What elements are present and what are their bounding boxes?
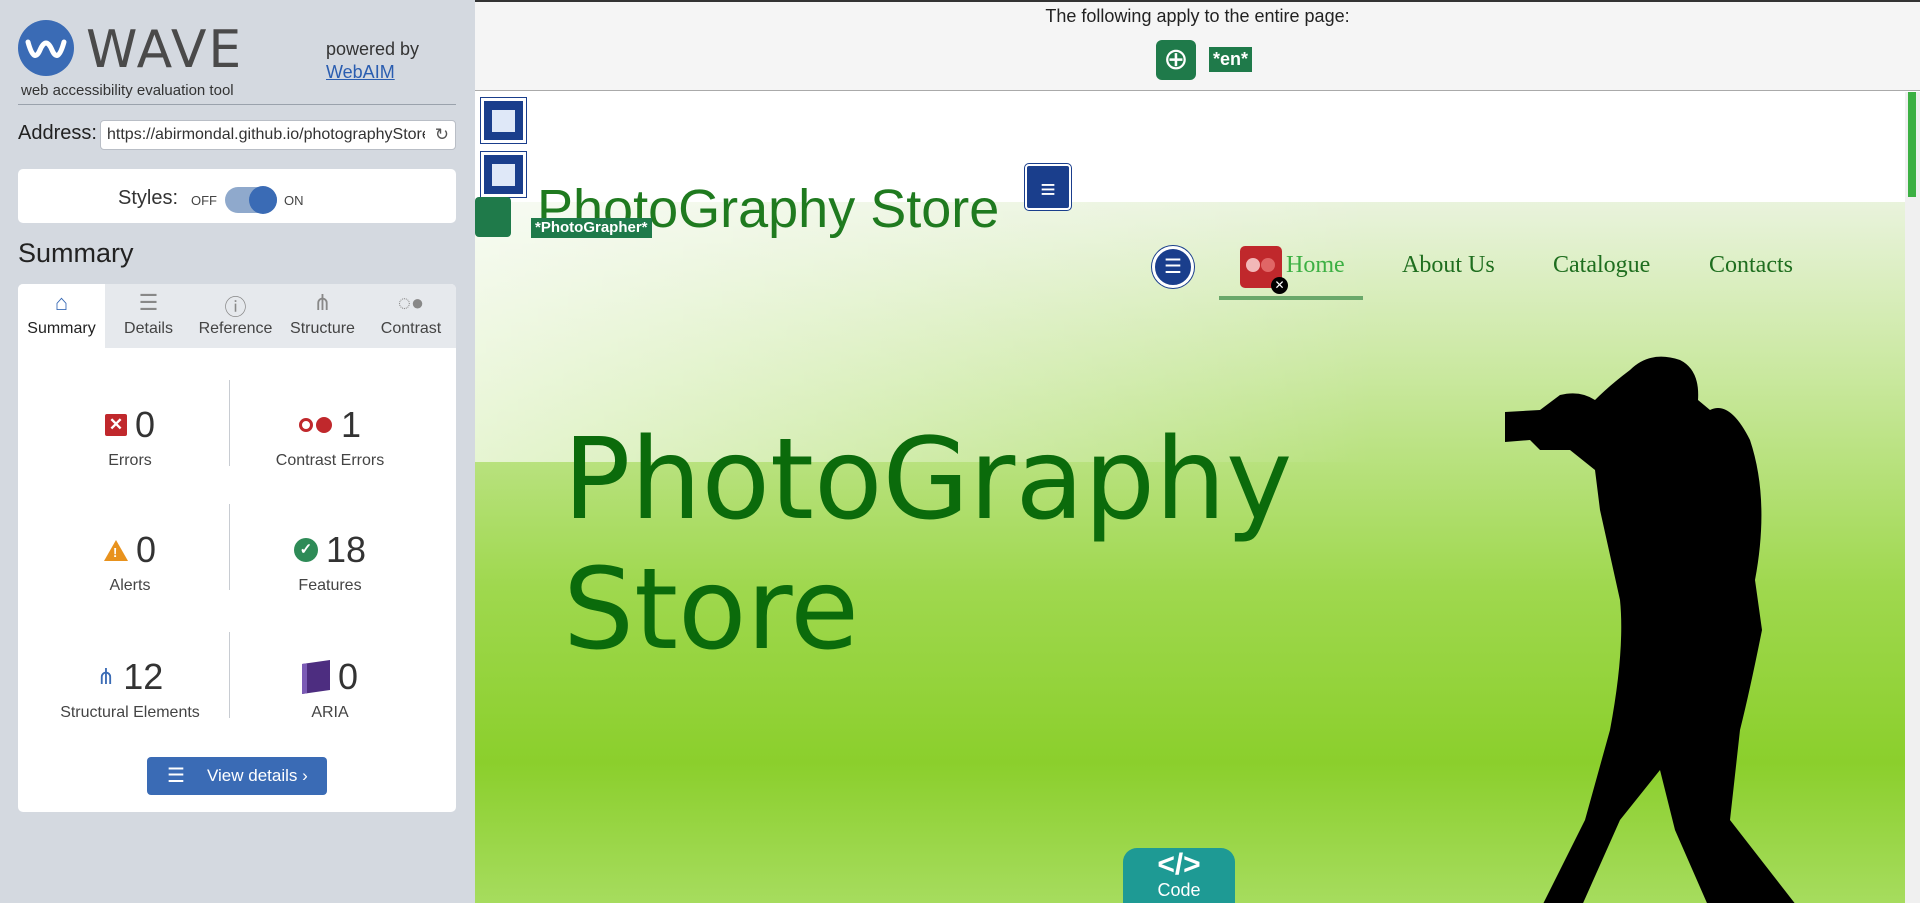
address-label: Address:	[18, 122, 97, 144]
tab-contrast[interactable]: ◌● Contrast	[366, 284, 456, 348]
scrollbar[interactable]	[1905, 92, 1920, 903]
tab-label: Details	[124, 320, 173, 337]
home-icon: ⌂	[54, 290, 69, 315]
contrast-error-icon	[298, 417, 333, 433]
summary-heading: Summary	[18, 238, 134, 268]
structural-count: 12	[123, 656, 164, 697]
website-content: PhotoGraphy Store *PhotoGrapher* Home Ab…	[475, 92, 1920, 903]
stat-aria[interactable]: 0 ARIA	[230, 656, 430, 722]
photographer-silhouette-image	[1505, 356, 1795, 903]
evaluated-page-area: The following apply to the entire page: …	[475, 0, 1920, 903]
stat-alerts[interactable]: ! 0 Alerts	[30, 529, 230, 595]
entire-page-bar: The following apply to the entire page: …	[475, 0, 1920, 91]
structure-icon: ⋔	[96, 664, 116, 689]
stat-contrast-errors[interactable]: 1 Contrast Errors	[230, 404, 430, 470]
wave-tagline: web accessibility evaluation tool	[21, 82, 234, 99]
styles-toggle[interactable]	[225, 186, 277, 214]
nav-contacts[interactable]: Contacts	[1709, 252, 1793, 279]
tab-label: Reference	[198, 320, 273, 337]
wave-logo-text: WAVE	[86, 20, 244, 80]
aria-label: ARIA	[311, 704, 349, 721]
powered-by-text: powered by	[326, 39, 420, 59]
hero-line-2: Store	[563, 545, 860, 675]
reload-icon[interactable]: ↻	[435, 125, 449, 145]
header-region-icon[interactable]	[481, 98, 526, 143]
code-icon: </>	[1157, 848, 1201, 881]
styles-toggle-card: Styles: OFF ON	[18, 169, 456, 223]
aria-icon	[301, 660, 330, 694]
tab-details[interactable]: ☰ Details	[105, 284, 192, 348]
alerts-label: Alerts	[109, 577, 151, 594]
errors-count: 0	[134, 404, 156, 445]
list-icon: ☰	[167, 765, 185, 787]
features-label: Features	[298, 577, 362, 594]
styles-off-label: OFF	[191, 193, 217, 208]
view-details-label: View details ›	[207, 766, 308, 785]
stat-structural[interactable]: ⋔ 12 Structural Elements	[30, 656, 230, 722]
tab-label: Summary	[27, 320, 96, 337]
styles-label: Styles:	[118, 187, 179, 209]
contrast-error-overlay-icon[interactable]: ✕	[1240, 246, 1288, 294]
alert-icon: !	[103, 539, 128, 561]
address-input[interactable]: https://abirmondal.github.io/photography…	[100, 120, 456, 150]
hero-heading: PhotoGraphy Store	[563, 415, 1292, 675]
stat-errors[interactable]: ✕ 0 Errors	[30, 404, 230, 470]
divider	[18, 104, 456, 105]
styles-on-label: ON	[284, 193, 304, 208]
image-alt-tag: *PhotoGrapher*	[531, 218, 652, 238]
errors-label: Errors	[108, 452, 152, 469]
toggle-knob[interactable]	[249, 186, 277, 214]
wave-sidebar: WAVE web accessibility evaluation tool p…	[0, 0, 475, 903]
summary-panel: ⌂ Summary ☰ Details ⓘ Reference ⋔ Struct…	[18, 284, 456, 812]
nav-about-us[interactable]: About Us	[1402, 252, 1495, 279]
hierarchy-icon: ⋔	[313, 290, 332, 315]
nav-home[interactable]: Home	[1286, 252, 1345, 279]
features-count: 18	[325, 529, 367, 570]
nav-catalogue[interactable]: Catalogue	[1553, 252, 1650, 279]
error-icon: ✕	[104, 414, 127, 436]
tab-summary[interactable]: ⌂ Summary	[18, 284, 105, 348]
tab-structure[interactable]: ⋔ Structure	[279, 284, 366, 348]
contrast-icon: ◌●	[397, 290, 425, 315]
structural-label: Structural Elements	[60, 704, 200, 721]
view-details-button[interactable]: ☰ View details ›	[147, 757, 327, 795]
nav-active-underline	[1219, 296, 1363, 300]
code-toggle-button[interactable]: </> Code	[1123, 848, 1235, 903]
entire-page-note: The following apply to the entire page:	[1045, 6, 1350, 26]
contrast-errors-count: 1	[340, 404, 362, 445]
list-icon: ☰	[138, 290, 159, 315]
address-value[interactable]: https://abirmondal.github.io/photography…	[107, 126, 425, 144]
wave-logo-icon	[18, 20, 74, 76]
hero-line-1: PhotoGraphy	[563, 415, 1293, 545]
tab-bar: ⌂ Summary ☰ Details ⓘ Reference ⋔ Struct…	[18, 284, 456, 348]
heading-structure-icon[interactable]: ≡	[1025, 164, 1071, 210]
header-region-icon[interactable]	[481, 152, 526, 197]
stat-features[interactable]: ✓ 18 Features	[230, 529, 430, 595]
feature-check-icon: ✓	[293, 538, 318, 562]
unordered-list-icon[interactable]: ☰	[1152, 246, 1194, 288]
aria-count: 0	[337, 656, 359, 697]
contrast-errors-label: Contrast Errors	[275, 452, 385, 469]
tab-label: Contrast	[380, 320, 442, 337]
tab-label: Structure	[290, 320, 355, 337]
scrollbar-thumb[interactable]	[1908, 92, 1916, 197]
alerts-count: 0	[135, 529, 157, 570]
image-alt-icon[interactable]	[475, 197, 511, 237]
info-icon: ⓘ	[224, 295, 247, 320]
language-tag: *en*	[1209, 47, 1253, 72]
language-globe-icon[interactable]: ⊕	[1156, 40, 1196, 80]
webaim-link[interactable]: WebAIM	[326, 62, 395, 83]
tab-reference[interactable]: ⓘ Reference	[192, 284, 279, 348]
code-button-label: Code	[1157, 880, 1201, 900]
